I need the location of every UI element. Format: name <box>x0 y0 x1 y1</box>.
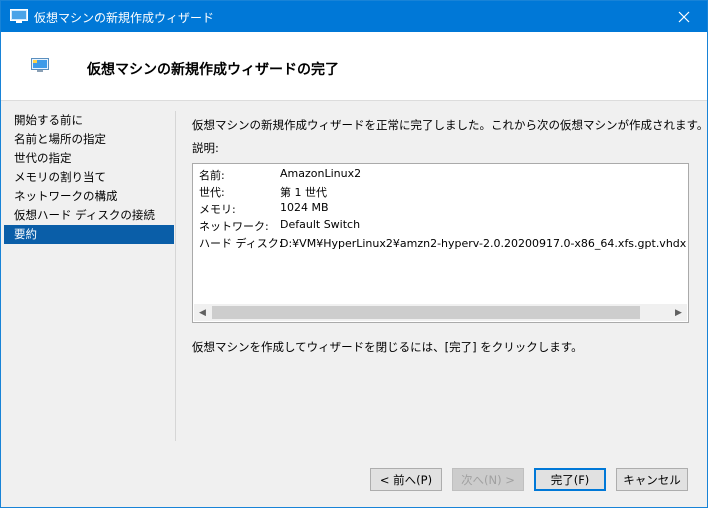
finish-instruction: 仮想マシンを作成してウィザードを閉じるには、[完了] をクリックします。 <box>192 340 583 354</box>
close-icon[interactable] <box>661 1 707 32</box>
summary-value: 第 1 世代 <box>280 186 327 199</box>
summary-value: D:¥VM¥HyperLinux2¥amzn2-hyperv-2.0.20200… <box>280 237 688 250</box>
previous-button[interactable]: < 前へ(P) <box>370 468 442 491</box>
title-bar[interactable]: 仮想マシンの新規作成ウィザード <box>1 1 707 32</box>
summary-key: 世代: <box>199 186 225 199</box>
summary-key: ハード ディスク: <box>199 237 283 250</box>
nav-item-generation[interactable]: 世代の指定 <box>4 149 174 168</box>
summary-key: メモリ: <box>199 203 236 216</box>
nav-item-memory[interactable]: メモリの割り当て <box>4 168 174 187</box>
horizontal-scrollbar[interactable]: ◀ ▶ <box>194 304 687 321</box>
cancel-button[interactable]: キャンセル <box>616 468 688 491</box>
summary-key: ネットワーク: <box>199 220 269 233</box>
page-title: 仮想マシンの新規作成ウィザードの完了 <box>87 62 339 78</box>
completion-message: 仮想マシンの新規作成ウィザードを正常に完了しました。これから次の仮想マシンが作成… <box>192 118 708 132</box>
summary-value: AmazonLinux2 <box>280 167 362 180</box>
wizard-header: 仮想マシンの新規作成ウィザードの完了 <box>1 32 707 101</box>
wizard-window: 仮想マシンの新規作成ウィザード 仮想マシンの新規作成ウィザードの完了 開始する前… <box>0 0 708 508</box>
summary-textbox[interactable]: 名前: AmazonLinux2 世代: 第 1 世代 メモリ: 1024 MB… <box>192 163 689 323</box>
summary-value: 1024 MB <box>280 201 329 214</box>
finish-button[interactable]: 完了(F) <box>534 468 606 491</box>
nav-item-summary[interactable]: 要約 <box>4 225 174 244</box>
vm-app-icon <box>10 9 28 23</box>
nav-item-virtual-hard-disk[interactable]: 仮想ハード ディスクの接続 <box>4 206 174 225</box>
nav-item-name-location[interactable]: 名前と場所の指定 <box>4 130 174 149</box>
scroll-left-icon[interactable]: ◀ <box>194 304 211 321</box>
description-label: 説明: <box>192 141 219 155</box>
wizard-steps-nav: 開始する前に 名前と場所の指定 世代の指定 メモリの割り当て ネットワークの構成… <box>4 111 174 244</box>
scrollbar-thumb[interactable] <box>212 306 640 319</box>
summary-content: 仮想マシンの新規作成ウィザードを正常に完了しました。これから次の仮想マシンが作成… <box>192 117 708 155</box>
summary-value: Default Switch <box>280 218 361 231</box>
nav-item-before-you-begin[interactable]: 開始する前に <box>4 111 174 130</box>
nav-item-networking[interactable]: ネットワークの構成 <box>4 187 174 206</box>
window-title: 仮想マシンの新規作成ウィザード <box>34 11 215 25</box>
scroll-right-icon[interactable]: ▶ <box>670 304 687 321</box>
nav-divider <box>175 111 176 441</box>
summary-key: 名前: <box>199 169 225 182</box>
vm-monitor-icon <box>31 58 49 72</box>
next-button[interactable]: 次へ(N) > <box>452 468 524 491</box>
